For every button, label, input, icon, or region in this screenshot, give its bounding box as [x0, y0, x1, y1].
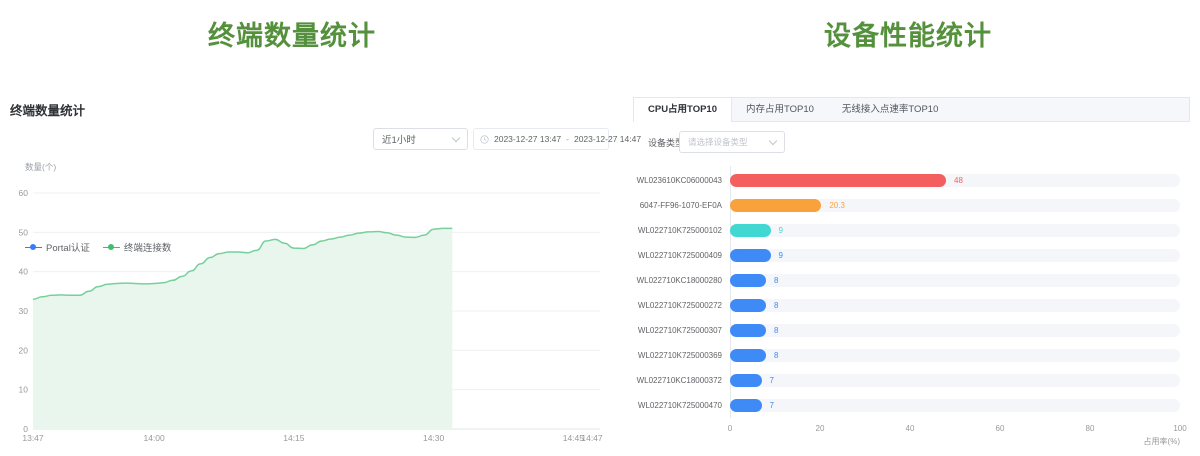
bar-category-label: WL022710KC18000280	[633, 276, 726, 285]
date-start: 2023-12-27 13:47	[494, 134, 561, 144]
bar-category-label: WL022710K725000369	[633, 351, 726, 360]
y-tick-label: 50	[19, 227, 29, 237]
bar-track: 8	[730, 324, 1180, 337]
bar	[730, 324, 766, 337]
bar-row: WL022710KC18000372 7	[633, 368, 1190, 393]
tab-active[interactable]: CPU占用TOP10	[634, 98, 732, 122]
bar-row: 6047-FF96-1070-EF0A 20.3	[633, 193, 1190, 218]
x-tick-label: 13:47	[22, 433, 44, 443]
section-title-device-performance: 设备性能统计	[633, 14, 1183, 53]
bar-category-label: WL022710KC18000372	[633, 376, 726, 385]
x-tick-label: 14:15	[283, 433, 305, 443]
bar-row: WL022710K725000102 9	[633, 218, 1190, 243]
x-axis-name: 占用率(%)	[730, 436, 1180, 447]
device-performance-panel: CPU占用TOP10内存占用TOP10无线接入点速率TOP10 设备类型 请选择…	[633, 95, 1190, 456]
bar-value-label: 7	[770, 401, 774, 410]
bar	[730, 224, 771, 237]
x-tick-label: 14:47	[581, 433, 603, 443]
bar-track: 9	[730, 224, 1180, 237]
bar-value-label: 9	[779, 226, 783, 235]
bar-track: 48	[730, 174, 1180, 187]
bar-value-label: 8	[774, 276, 778, 285]
x-tick-label: 80	[1086, 424, 1095, 433]
series-area-fill	[33, 228, 452, 429]
date-end: 2023-12-27 14:47	[574, 134, 641, 144]
time-range-select[interactable]: 近1小时	[373, 128, 468, 150]
bar	[730, 374, 762, 387]
bar-value-label: 8	[774, 301, 778, 310]
x-tick-label: 14:30	[423, 433, 445, 443]
chevron-down-icon	[452, 133, 460, 141]
bar	[730, 199, 821, 212]
bar-row: WL023610KC06000043 48	[633, 168, 1190, 193]
bar-track: 7	[730, 399, 1180, 412]
bar-value-label: 48	[954, 176, 963, 185]
section-title-terminal-count: 终端数量统计	[0, 14, 584, 53]
bar-track: 8	[730, 274, 1180, 287]
terminal-count-panel: 终端数量统计 近1小时 2023-12-27 13:47 - 2023-12-2…	[0, 95, 612, 456]
panel-title: 终端数量统计	[10, 100, 85, 119]
time-range-value: 近1小时	[382, 132, 453, 146]
bar-category-label: 6047-FF96-1070-EF0A	[633, 201, 726, 210]
tab-inactive[interactable]: 无线接入点速率TOP10	[828, 98, 952, 121]
bar-category-label: WL022710K725000102	[633, 226, 726, 235]
x-tick-label: 40	[906, 424, 915, 433]
x-tick-label: 0	[728, 424, 732, 433]
bar-row: WL022710K725000272 8	[633, 293, 1190, 318]
chevron-down-icon	[769, 136, 777, 144]
bar-track: 8	[730, 299, 1180, 312]
tabs-bar: CPU占用TOP10内存占用TOP10无线接入点速率TOP10	[633, 97, 1190, 122]
date-range-picker[interactable]: 2023-12-27 13:47 - 2023-12-27 14:47	[473, 128, 609, 150]
y-tick-label: 60	[19, 188, 29, 198]
y-tick-label: 40	[19, 267, 29, 277]
bar	[730, 399, 762, 412]
bar-track: 7	[730, 374, 1180, 387]
bar-value-label: 8	[774, 326, 778, 335]
bar-row: WL022710K725000470 7	[633, 393, 1190, 418]
bar-value-label: 9	[779, 251, 783, 260]
bar	[730, 274, 766, 287]
y-tick-label: 10	[19, 385, 29, 395]
bar-track: 20.3	[730, 199, 1180, 212]
bar	[730, 174, 946, 187]
bar-category-label: WL022710K725000470	[633, 401, 726, 410]
device-type-select[interactable]: 请选择设备类型	[679, 131, 785, 153]
bar-row: WL022710K725000409 9	[633, 243, 1190, 268]
bar-row: WL022710KC18000280 8	[633, 268, 1190, 293]
y-tick-label: 20	[19, 345, 29, 355]
date-separator: -	[566, 134, 569, 144]
y-tick-label: 30	[19, 306, 29, 316]
bar-category-label: WL022710K725000307	[633, 326, 726, 335]
bar	[730, 299, 766, 312]
bar-row: WL022710K725000307 8	[633, 318, 1190, 343]
bar-row: WL022710K725000369 8	[633, 343, 1190, 368]
bar	[730, 349, 766, 362]
clock-icon	[480, 135, 489, 144]
bar-value-label: 20.3	[829, 201, 845, 210]
device-type-placeholder: 请选择设备类型	[688, 136, 770, 148]
x-tick-label: 60	[996, 424, 1005, 433]
x-tick-label: 20	[816, 424, 825, 433]
bar	[730, 249, 771, 262]
bar-track: 8	[730, 349, 1180, 362]
bar-category-label: WL023610KC06000043	[633, 176, 726, 185]
x-tick-label: 100	[1173, 424, 1186, 433]
x-tick-label: 14:00	[143, 433, 165, 443]
bar-category-label: WL022710K725000272	[633, 301, 726, 310]
bar-track: 9	[730, 249, 1180, 262]
tab-inactive[interactable]: 内存占用TOP10	[732, 98, 828, 121]
y-axis-name: 数量(个)	[25, 161, 56, 173]
cpu-top10-bar-chart: WL023610KC06000043 48 6047-FF96-1070-EF0A 2…	[633, 168, 1190, 418]
bar-value-label: 7	[770, 376, 774, 385]
bar-category-label: WL022710K725000409	[633, 251, 726, 260]
terminal-count-line-chart: 010203040506013:4714:0014:1514:3014:4514…	[0, 183, 612, 456]
bar-value-label: 8	[774, 351, 778, 360]
